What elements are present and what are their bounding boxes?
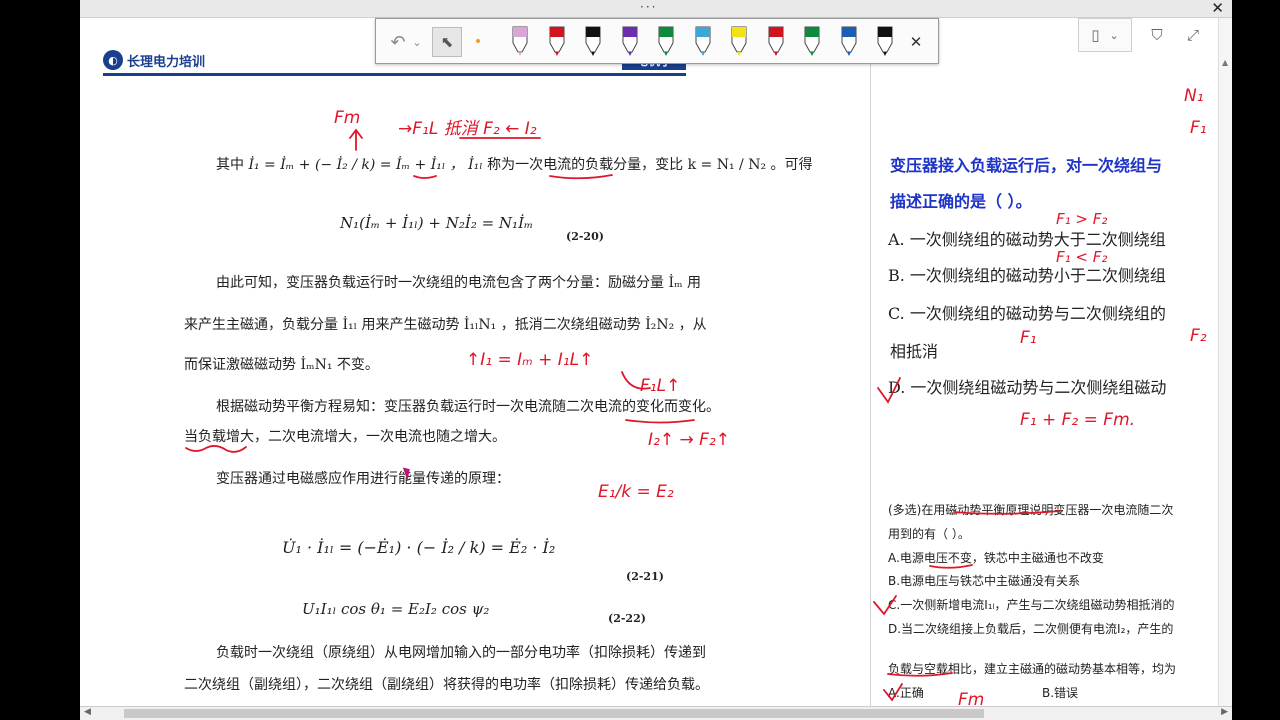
vertical-scrollbar[interactable]: ▲ xyxy=(1218,18,1232,706)
line1-prefix: 其中 xyxy=(216,157,244,173)
undo-icon[interactable]: ↶ xyxy=(386,27,410,57)
pen-purple-icon[interactable] xyxy=(620,25,640,57)
question-option-a[interactable]: A. 一次侧绕组的磁动势大于二次侧绕组 xyxy=(888,230,1166,250)
truefalse-option-a[interactable]: A.正确 xyxy=(888,685,924,701)
ink-f1-corner: F₁ xyxy=(1190,118,1207,138)
pen-red-fine-icon[interactable] xyxy=(766,25,786,57)
pen-pink-icon[interactable] xyxy=(510,25,530,57)
pen-blue-fine-icon[interactable] xyxy=(839,25,859,57)
multi-option-c[interactable]: C.一次侧新增电流I₁ₗ，产生与二次绕组磁动势相抵消的 xyxy=(888,597,1175,613)
question-stem-line-2: 描述正确的是（ ）。 xyxy=(890,192,1032,211)
view-tools: ▯ ⌄ ⛉ ⤢ xyxy=(1072,18,1212,54)
pen-black-fine-icon[interactable] xyxy=(875,25,895,57)
window-close-icon[interactable]: ✕ xyxy=(1211,0,1224,17)
multi-option-b[interactable]: B.电源电压与铁芯中主磁通没有关系 xyxy=(888,573,1080,589)
pen-toolbar: ↶ ⌄ ⬉ • ✕ xyxy=(375,18,939,64)
scroll-right-icon[interactable]: ▶ xyxy=(1221,707,1228,717)
truefalse-option-b[interactable]: B.错误 xyxy=(1042,685,1078,701)
page-view-chevron-icon: ⌄ xyxy=(1109,28,1119,42)
ink-fm-top: Fm xyxy=(334,108,361,128)
ink-i1-equation: ↑I₁ = Iₘ + I₁L↑ xyxy=(466,350,594,370)
window-title-bar: ··· ✕ xyxy=(80,0,1232,18)
left-black-border xyxy=(0,0,80,720)
ink-f-sum: F₁ + F₂ = Fm. xyxy=(1020,410,1136,430)
question-stem-line-1: 变压器接入负载运行后，对一次绕组与 xyxy=(890,156,1163,175)
pen-light-blue-icon[interactable] xyxy=(693,25,713,57)
undo-dropdown-icon[interactable]: ⌄ xyxy=(410,27,424,57)
line1-formula: İ₁ = İₘ + (− İ₂ / k) = İₘ + İ₁ₗ ， xyxy=(248,157,464,173)
line1-il: İ₁ₗ xyxy=(468,157,483,173)
paragraph-1-line-2: 来产生主磁通，负载分量 İ₁ₗ 用来产生磁动势 İ₁ₗN₁ ，抵消二次绕组磁动势… xyxy=(184,317,707,333)
question-option-b[interactable]: B. 一次侧绕组的磁动势小于二次侧绕组 xyxy=(888,266,1166,286)
equation-2-20-number: (2-20) xyxy=(566,230,604,243)
pen-green-icon[interactable] xyxy=(656,25,676,57)
formula-line-1: 其中 İ₁ = İₘ + (− İ₂ / k) = İₘ + İ₁ₗ ， İ₁ₗ… xyxy=(216,156,813,174)
truefalse-stem: 负载与空载相比，建立主磁通的磁动势基本相等，均为 xyxy=(888,662,1177,676)
ink-f1-gt-f2: F₁ > F₂ xyxy=(1056,210,1108,228)
horizontal-scrollbar[interactable]: ◀ ▶ xyxy=(80,706,1232,720)
scroll-up-icon[interactable]: ▲ xyxy=(1222,58,1228,67)
scroll-left-icon[interactable]: ◀ xyxy=(84,707,91,717)
ink-i2-f2: I₂↑ → F₂↑ xyxy=(648,430,730,450)
brand-logo-icon: ◐ xyxy=(103,50,123,70)
page-view-button[interactable]: ▯ ⌄ xyxy=(1078,18,1132,52)
line1-mid: 称为一次电流的 xyxy=(487,157,586,173)
ink-f1l-up: F₁L↑ xyxy=(640,376,681,396)
paragraph-1-line-3: 而保证激磁磁动势 İₘN₁ 不变。 xyxy=(184,357,379,373)
ink-f1-c: F₁ xyxy=(1020,328,1037,348)
header-rule xyxy=(103,73,686,76)
ink-f1-lt-f2: F₁ < F₂ xyxy=(1056,248,1108,266)
multi-stem-line-1: (多选)在用磁动势平衡原理说明变压器一次电流随二次 xyxy=(888,503,1174,517)
multi-option-d[interactable]: D.当二次绕组接上负载后，二次侧便有电流I₂，产生的 xyxy=(888,621,1173,637)
line1-term: 负载分量 xyxy=(585,157,642,173)
highlighter-dot-icon[interactable]: • xyxy=(470,27,486,57)
ink-e1k: E₁/k = E₂ xyxy=(598,482,674,502)
question-option-c[interactable]: C. 一次侧绕组的磁动势与二次侧绕组的 xyxy=(888,304,1166,324)
brand-name: 长理电力培训 xyxy=(127,55,206,70)
expand-icon[interactable]: ⤢ xyxy=(1180,18,1206,52)
horizontal-scroll-thumb[interactable] xyxy=(124,709,984,718)
pen-red-icon[interactable] xyxy=(547,25,567,57)
more-options-icon[interactable]: ··· xyxy=(640,0,657,14)
toolbar-close-icon[interactable]: ✕ xyxy=(904,27,928,57)
page-icon: ▯ xyxy=(1091,26,1100,44)
line1-ratio: ，变比 k = N₁ / N₂ 。可得 xyxy=(641,157,813,173)
pen-black-icon[interactable] xyxy=(583,25,603,57)
paragraph-1-line-1: 由此可知，变压器负载运行时一次绕组的电流包含了两个分量：励磁分量 İₘ 用 xyxy=(216,275,702,291)
filter-icon[interactable]: ⛉ xyxy=(1144,18,1170,52)
equation-2-22: U₁I₁ₗ cos θ₁ = E₂I₂ cos ψ₂ xyxy=(302,600,490,618)
multi-option-a[interactable]: A.电源电压不变，铁芯中主磁通也不改变 xyxy=(888,550,1104,566)
paragraph-4-line-1: 负载时一次绕组（原绕组）从电网增加输入的一部分电功率（扣除损耗）传递到 xyxy=(216,645,706,661)
equation-2-22-number: (2-22) xyxy=(608,612,646,625)
ink-n1-corner: N₁ xyxy=(1184,86,1204,106)
equation-2-21-number: (2-21) xyxy=(626,570,664,583)
right-black-border xyxy=(1232,0,1280,720)
pen-yellow-icon[interactable] xyxy=(729,25,749,57)
question-option-c-continued: 相抵消 xyxy=(890,342,939,361)
equation-2-20: N₁(İₘ + İ₁ₗ) + N₂İ₂ = N₁İₘ xyxy=(340,214,534,232)
paragraph-2-line-2: 当负载增大，二次电流增大，一次电流也随之增大。 xyxy=(184,429,506,445)
equation-2-21: U̇₁ · İ₁ₗ = (−Ė₁) · (− İ₂ / k) = Ė₂ · İ₂ xyxy=(282,538,556,557)
multi-stem-line-2: 用到的有（ ）。 xyxy=(888,527,970,541)
ink-fl-label: →F₁L 抵消 F₂ ← I₂ xyxy=(398,119,537,139)
ink-f2-c: F₂ xyxy=(1190,326,1207,346)
pen-green-fine-icon[interactable] xyxy=(802,25,822,57)
question-option-d[interactable]: D. 一次侧绕组磁动势与二次侧绕组磁动 xyxy=(888,378,1166,398)
paragraph-3-line-1: 变压器通过电磁感应作用进行能量传递的原理： xyxy=(216,471,510,487)
paragraph-2-line-1: 根据磁动势平衡方程易知：变压器负载运行时一次电流随二次电流的变化而变化。 xyxy=(216,399,720,415)
select-pointer-icon[interactable]: ⬉ xyxy=(432,27,462,57)
paragraph-4-line-2: 二次绕组（副绕组），二次绕组（副绕组）将获得的电功率（扣除损耗）传递给负载。 xyxy=(184,677,709,693)
